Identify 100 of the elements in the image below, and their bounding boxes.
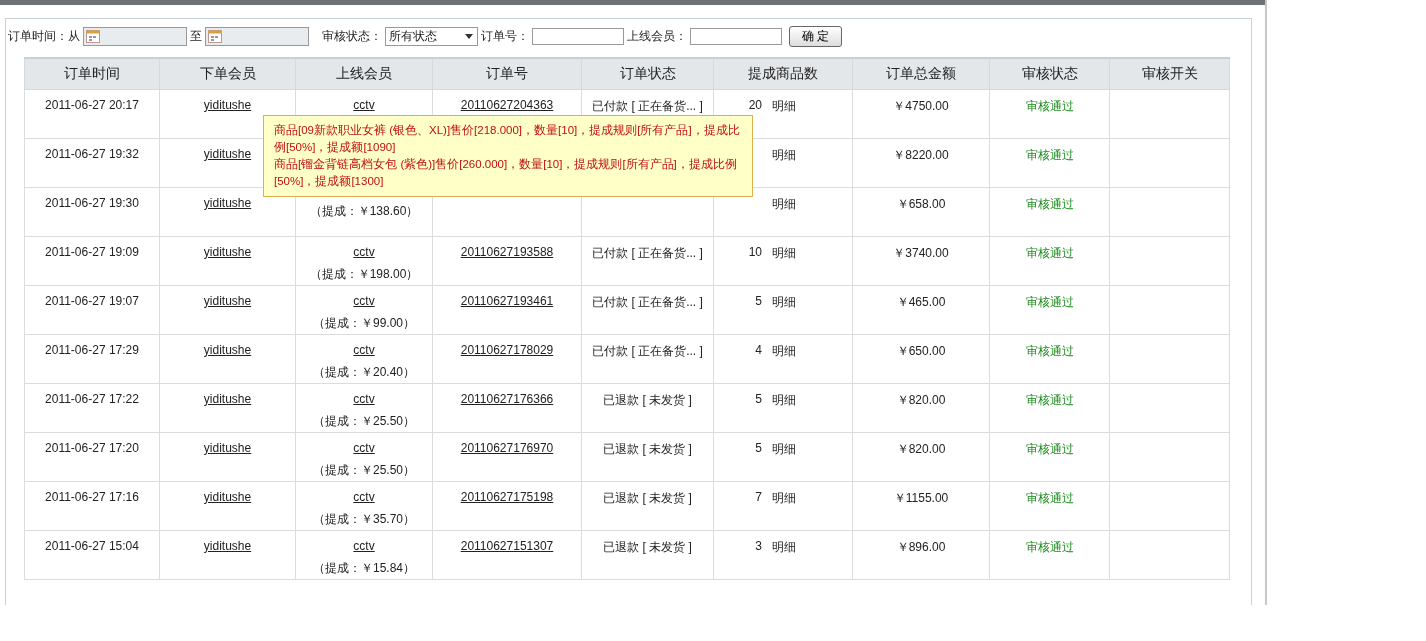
filter-label: 订单时间：从 [8,27,80,45]
member-link[interactable]: yiditushe [203,147,252,161]
calendar-icon[interactable] [208,29,222,43]
order-number-link[interactable]: 20110627175198 [460,490,554,504]
online-member-link[interactable]: cctv [353,490,375,504]
order-total: ￥4750.00 [893,99,949,113]
order-number-link[interactable]: 20110627204363 [460,98,554,112]
audit-status: 审核通过 [1025,491,1074,505]
audit-status: 审核通过 [1025,148,1074,162]
audit-status: 审核通过 [1025,246,1074,260]
order-time: 2011-06-27 17:20 [45,441,139,455]
column-header: 订单总金额 [852,58,990,90]
order-number-link[interactable]: 20110627176366 [460,392,554,406]
audit-status: 审核通过 [1025,393,1074,407]
commission-text: （提成：￥25.50） [312,462,416,479]
online-member-link[interactable]: cctv [353,294,375,308]
order-total: ￥1155.00 [893,491,949,505]
order-number-link[interactable]: 20110627178029 [460,343,554,357]
dropdown-arrow-icon[interactable] [465,33,473,39]
member-link[interactable]: yiditushe [203,539,252,553]
order-number-field[interactable] [532,27,624,45]
order-status: 已付款 [ 正在备货... ] [592,246,703,260]
item-count: 7 [754,490,762,506]
order-status: 已退款 [ 未发货 ] [603,442,692,456]
member-link[interactable]: yiditushe [203,98,252,112]
member-link[interactable]: yiditushe [203,490,252,504]
column-header: 审核状态 [989,58,1110,90]
audit-status: 审核通过 [1025,99,1074,113]
order-total: ￥650.00 [896,344,946,358]
filter-label: 订单号： [481,27,529,45]
order-total: ￥8220.00 [893,148,949,162]
detail-link[interactable]: 明细 [772,245,796,262]
column-header: 订单状态 [581,58,714,90]
item-count: 5 [754,392,762,408]
online-member-link[interactable]: cctv [353,539,375,553]
detail-link[interactable]: 明细 [772,441,796,458]
audit-status: 审核通过 [1025,540,1074,554]
detail-link[interactable]: 明细 [772,539,796,556]
column-header: 下单会员 [159,58,296,90]
confirm-button[interactable]: 确 定 [789,25,843,47]
date-field[interactable] [205,26,309,46]
member-field[interactable] [690,27,782,45]
commission-text: （提成：￥15.84） [312,560,416,577]
order-time: 2011-06-27 19:30 [45,196,139,210]
column-header: 审核开关 [1109,58,1230,90]
commission-text: （提成：￥198.00） [308,266,420,283]
filter-label: 审核状态： [322,27,382,45]
member-link[interactable]: yiditushe [203,441,252,455]
online-member-link[interactable]: cctv [353,343,375,357]
order-total: ￥820.00 [896,442,946,456]
column-header: 上线会员 [295,58,433,90]
detail-link[interactable]: 明细 [772,294,796,311]
order-status: 已付款 [ 正在备货... ] [592,99,703,113]
order-total: ￥896.00 [896,540,946,554]
audit-status: 审核通过 [1025,197,1074,211]
column-header: 订单时间 [24,58,160,90]
order-total: ￥658.00 [896,197,946,211]
order-time: 2011-06-27 17:16 [45,490,139,504]
order-time: 2011-06-27 19:32 [45,147,139,161]
commission-text: （提成：￥35.70） [312,511,416,528]
order-status: 已退款 [ 未发货 ] [603,393,692,407]
order-number-link[interactable]: 20110627193588 [460,245,554,259]
order-time: 2011-06-27 20:17 [45,98,139,112]
order-time: 2011-06-27 17:29 [45,343,139,357]
online-member-link[interactable]: cctv [353,441,375,455]
order-status: 已付款 [ 正在备货... ] [592,295,703,309]
calendar-icon[interactable] [86,29,100,43]
detail-link[interactable]: 明细 [772,392,796,409]
order-number-link[interactable]: 20110627151307 [460,539,554,553]
item-count: 10 [747,245,762,261]
member-link[interactable]: yiditushe [203,196,252,210]
online-member-link[interactable]: cctv [353,245,375,259]
order-total: ￥820.00 [896,393,946,407]
date-field[interactable] [83,26,187,46]
order-total: ￥3740.00 [893,246,949,260]
order-status: 已退款 [ 未发货 ] [603,540,692,554]
order-status: 已付款 [ 正在备货... ] [592,344,703,358]
order-time: 2011-06-27 19:07 [45,294,139,308]
detail-link[interactable]: 明细 [772,490,796,507]
order-number-link[interactable]: 20110627193461 [460,294,554,308]
audit-status: 审核通过 [1025,442,1074,456]
member-link[interactable]: yiditushe [203,392,252,406]
detail-link[interactable]: 明细 [772,147,796,164]
detail-link[interactable]: 明细 [772,196,796,213]
online-member-link[interactable]: cctv [353,392,375,406]
detail-link[interactable]: 明细 [772,343,796,360]
item-count: 5 [754,294,762,310]
order-status: 已退款 [ 未发货 ] [603,491,692,505]
item-count: 20 [747,98,762,114]
detail-link[interactable]: 明细 [772,98,796,115]
member-link[interactable]: yiditushe [203,343,252,357]
order-number-link[interactable]: 20110627176970 [460,441,554,455]
order-time: 2011-06-27 15:04 [45,539,139,553]
tooltip-text: 商品[09新款职业女裤 (银色、XL)]售价[218.000]，数量[10]，提成规则[所有产品]，提成比例[50%]，提成额[1090] [274,123,741,155]
member-link[interactable]: yiditushe [203,245,252,259]
status-dropdown[interactable]: 所有状态 [385,26,478,46]
member-link[interactable]: yiditushe [203,294,252,308]
filter-label: 至 [190,27,202,45]
online-member-link[interactable]: cctv [353,98,375,112]
commission-text: （提成：￥25.50） [312,413,416,430]
